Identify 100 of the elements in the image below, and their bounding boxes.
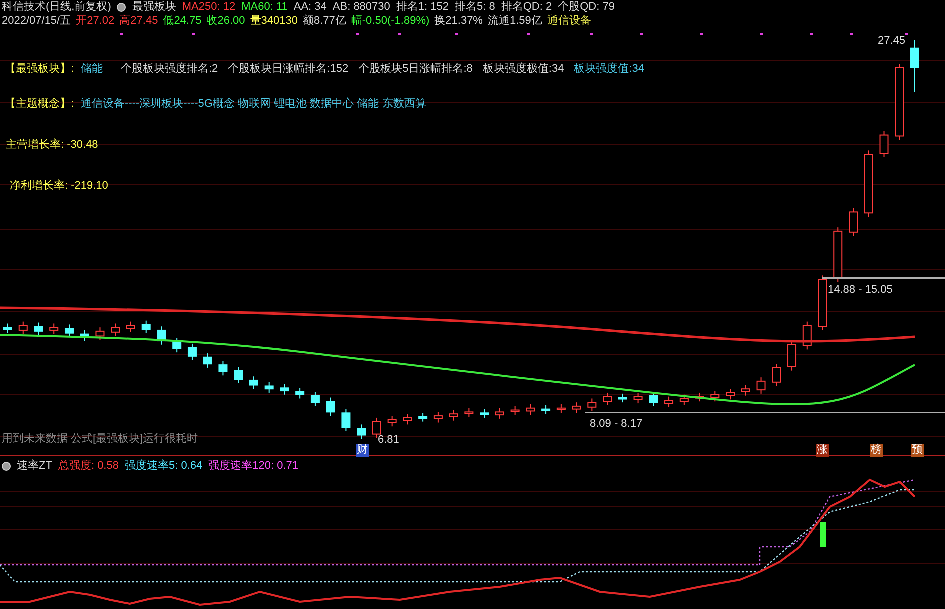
- candle: [403, 414, 412, 426]
- price-label: 6.81: [378, 434, 400, 447]
- candle: [96, 327, 105, 341]
- candle: [880, 130, 889, 158]
- signal-mark: [527, 33, 530, 35]
- signal-mark: [640, 33, 643, 35]
- candle: [864, 150, 874, 218]
- ranking-text: 板块强度值:34: [574, 63, 644, 76]
- event-marker: 财: [356, 444, 369, 457]
- quote-text: 收26.00: [206, 14, 246, 28]
- quote-text: 换21.37%: [434, 14, 483, 28]
- indicator-bar: [820, 522, 826, 547]
- candle: [495, 408, 504, 420]
- signal-mark: [590, 33, 593, 35]
- candle: [588, 398, 597, 412]
- signal-mark: [455, 33, 458, 35]
- candle: [357, 424, 366, 440]
- indicator-title: 速率ZT: [17, 460, 52, 473]
- candle: [818, 275, 828, 331]
- candle: [664, 396, 674, 408]
- candle: [418, 412, 428, 422]
- header-text: 排名1: 152: [396, 0, 449, 14]
- candle: [218, 360, 228, 376]
- candle: [50, 323, 59, 335]
- candle: [634, 392, 643, 404]
- candle: [80, 330, 90, 342]
- header-text: 排名QD: 2: [501, 0, 552, 14]
- quote-text: 额8.77亿: [302, 14, 346, 28]
- candle: [188, 343, 197, 361]
- candle: [203, 353, 212, 368]
- metric-text: 主营增长率: -30.48: [6, 139, 98, 152]
- candle: [741, 384, 750, 396]
- header-text: AA: 34: [294, 0, 327, 14]
- indicator-icon: [2, 462, 11, 471]
- quote-text: 2022/07/15/五: [2, 14, 72, 28]
- price-label: 8.09 - 8.17: [590, 418, 643, 431]
- price-label: 14.88 - 15.05: [828, 284, 893, 297]
- quote-text: 高27.45: [120, 14, 158, 28]
- candle: [618, 393, 628, 404]
- candle: [772, 364, 782, 387]
- quote-text: 低24.75: [163, 14, 202, 28]
- candle: [264, 382, 274, 394]
- candle: [172, 338, 182, 354]
- candle: [388, 416, 397, 428]
- candle: [449, 410, 458, 422]
- signal-mark: [905, 33, 908, 35]
- candle: [18, 321, 28, 335]
- indicator-value: 强度速率5: 0.64: [124, 460, 203, 473]
- candle: [510, 406, 520, 416]
- header-text: MA250: 12: [182, 0, 236, 14]
- candle: [65, 324, 74, 338]
- notice-text: 用到未来数据 公式[最强板块]运行很耗时: [2, 433, 198, 446]
- candle: [695, 392, 704, 402]
- header-text: 个股QD: 79: [558, 0, 615, 14]
- ranking-text: 板块强度极值:34: [482, 63, 564, 76]
- quote-text: 开27.02: [76, 14, 115, 28]
- signal-mark: [850, 33, 853, 35]
- event-marker: 榜: [870, 444, 883, 457]
- candle: [157, 326, 166, 346]
- header-text: AB: 880730: [332, 0, 390, 14]
- header-text: 排名5: 8: [455, 0, 496, 14]
- event-marker: 预: [911, 444, 924, 457]
- header-text: MA60: 11: [242, 0, 288, 14]
- metric-text: 净利增长率: -219.10: [10, 180, 108, 193]
- ranking-text: 个股板块日涨幅排名:152: [228, 63, 349, 76]
- signal-mark: [120, 33, 123, 35]
- signal-mark: [192, 33, 195, 35]
- quote-text: 量340130: [250, 14, 298, 28]
- candle: [4, 323, 12, 334]
- candle: [326, 397, 336, 417]
- candle: [788, 340, 797, 372]
- candle: [910, 40, 920, 93]
- candle: [542, 404, 551, 415]
- concept-label: 【主题概念】:: [5, 98, 76, 111]
- candle: [649, 392, 658, 407]
- candle: [572, 402, 582, 414]
- candle: [142, 320, 151, 334]
- candle: [126, 321, 136, 333]
- candle: [834, 227, 843, 283]
- candle: [296, 388, 305, 400]
- indicator-value: 强度速率120: 0.71: [208, 460, 298, 473]
- price-label: 27.45: [878, 35, 906, 48]
- indicator-value: 总强度: 0.58: [58, 460, 119, 473]
- indicator-icon: [117, 2, 126, 12]
- candle: [603, 392, 612, 406]
- quote-text: 幅-0.50(-1.89%): [351, 14, 430, 28]
- candle: [34, 322, 44, 336]
- ranking-text: 个股板块强度排名:2: [121, 63, 218, 76]
- candle: [464, 408, 474, 418]
- header-text: 最强板块: [132, 0, 176, 14]
- candle: [526, 404, 536, 416]
- candle: [111, 323, 120, 337]
- event-marker: 涨: [816, 444, 829, 457]
- candle: [756, 377, 766, 394]
- signal-mark: [810, 33, 813, 35]
- sector-value: 储能: [81, 63, 104, 76]
- signal-mark: [398, 33, 401, 35]
- candle: [234, 366, 244, 384]
- ranking-text: 个股板块5日涨幅排名:8: [358, 63, 473, 76]
- candle: [556, 404, 566, 414]
